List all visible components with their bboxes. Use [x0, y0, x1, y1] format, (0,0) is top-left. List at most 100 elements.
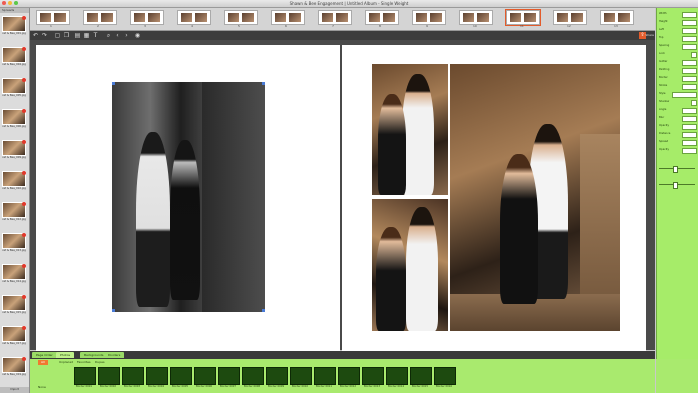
- property-input[interactable]: [682, 12, 697, 18]
- slider-knob[interactable]: [673, 166, 678, 173]
- prev-icon[interactable]: ‹: [114, 32, 121, 39]
- spread-thumbnail[interactable]: [365, 10, 399, 25]
- property-input[interactable]: [682, 132, 697, 138]
- copy-icon[interactable]: ❐: [63, 32, 70, 39]
- spread-thumbnail[interactable]: [36, 10, 70, 25]
- background-swatch[interactable]: [290, 367, 312, 385]
- photo-list-item[interactable]: cat & Bee_006.jpg: [2, 109, 26, 129]
- photo-list-item[interactable]: cat & Bee_013.jpg: [2, 233, 26, 253]
- background-swatch[interactable]: [98, 367, 120, 385]
- property-row: Height: [659, 19, 697, 26]
- background-swatch[interactable]: [242, 367, 264, 385]
- photo-list-item[interactable]: cat & Bee_001.jpg: [2, 16, 26, 36]
- property-input[interactable]: [682, 28, 697, 34]
- new-page-icon[interactable]: ▢: [54, 32, 61, 39]
- photo-list-item[interactable]: cat & Bee_014.jpg: [2, 264, 26, 284]
- preview-icon[interactable]: ◉: [134, 32, 141, 39]
- photo-list-item[interactable]: cat & Bee_012.jpg: [2, 202, 26, 222]
- background-swatch[interactable]: [314, 367, 336, 385]
- background-swatch[interactable]: [146, 367, 168, 385]
- property-input[interactable]: [682, 60, 697, 66]
- import-button[interactable]: Import: [0, 387, 29, 393]
- background-swatch[interactable]: [266, 367, 288, 385]
- bottom-left-couple-photo[interactable]: [372, 199, 448, 331]
- background-swatch[interactable]: [74, 367, 96, 385]
- panel-filter-tab[interactable]: Favorites: [74, 360, 94, 365]
- bottom-tab[interactable]: Page Order: [32, 352, 57, 358]
- none-option[interactable]: None: [38, 385, 46, 389]
- top-left-couple-photo[interactable]: [372, 64, 448, 195]
- photo-list-item[interactable]: cat & Bee_005.jpg: [2, 78, 26, 98]
- spread-number: 2: [97, 24, 99, 28]
- property-input[interactable]: [682, 68, 697, 74]
- photo-list-item[interactable]: cat & Bee_004.jpg: [2, 47, 26, 67]
- spread-number: 7: [332, 24, 334, 28]
- text-icon[interactable]: T: [92, 32, 99, 39]
- spread-thumbnail[interactable]: [83, 10, 117, 25]
- photo-filename: cat & Bee_013.jpg: [2, 249, 26, 252]
- photo-list-item[interactable]: cat & Bee_009.jpg: [2, 140, 26, 160]
- background-swatch[interactable]: [410, 367, 432, 385]
- spread-thumbnail[interactable]: [177, 10, 211, 25]
- large-couple-photo[interactable]: [450, 64, 620, 331]
- spread-thumb-photo: [369, 13, 380, 22]
- spread-thumbnail[interactable]: [600, 10, 634, 25]
- panel-filter-tab[interactable]: Dupes: [92, 360, 108, 365]
- photo-list-item[interactable]: cat & Bee_010.jpg: [2, 171, 26, 191]
- layout-icon[interactable]: ▤: [74, 32, 81, 39]
- photo-thumbnail: [2, 140, 26, 156]
- property-input[interactable]: [682, 108, 697, 114]
- property-input[interactable]: [682, 84, 697, 90]
- background-swatch[interactable]: [170, 367, 192, 385]
- undo-icon[interactable]: ↶: [32, 32, 39, 39]
- bottom-tab[interactable]: Photos: [56, 352, 75, 358]
- spread-thumbnail[interactable]: [553, 10, 587, 25]
- property-input[interactable]: [682, 140, 697, 146]
- background-swatch[interactable]: [386, 367, 408, 385]
- spread-thumbnail[interactable]: [224, 10, 258, 25]
- spread-thumbnail[interactable]: [505, 9, 541, 26]
- bw-couple-photo[interactable]: [112, 82, 265, 312]
- background-swatch[interactable]: [218, 367, 240, 385]
- spread-number: 10: [473, 24, 477, 28]
- spread-thumbnail[interactable]: [130, 10, 164, 25]
- background-swatch[interactable]: [122, 367, 144, 385]
- window-title: Shawn & Bee Engagement | Untitled Album …: [289, 1, 409, 6]
- right-page[interactable]: [342, 45, 646, 351]
- background-swatch-label: Border 0014: [387, 385, 405, 388]
- property-input[interactable]: [682, 148, 697, 154]
- property-select[interactable]: [672, 92, 697, 98]
- property-input[interactable]: [682, 124, 697, 130]
- grid-icon[interactable]: ▦: [83, 32, 90, 39]
- background-swatch[interactable]: [434, 367, 456, 385]
- bottom-tab[interactable]: Dividers: [104, 352, 125, 358]
- used-count-badge: [22, 264, 26, 268]
- photo-list-item[interactable]: cat & Bee_015.jpg: [2, 295, 26, 315]
- property-input[interactable]: [682, 36, 697, 42]
- property-slider[interactable]: [659, 182, 695, 189]
- property-checkbox[interactable]: [691, 52, 697, 58]
- slider-knob[interactable]: [673, 182, 678, 189]
- panel-filter-tab[interactable]: All: [38, 360, 48, 365]
- photo-list-item[interactable]: cat & Bee_017.jpg: [2, 326, 26, 346]
- spread-thumbnail[interactable]: [459, 10, 493, 25]
- spread-thumbnail[interactable]: [318, 10, 352, 25]
- next-icon[interactable]: ›: [123, 32, 130, 39]
- redo-icon[interactable]: ↷: [41, 32, 48, 39]
- property-input[interactable]: [682, 76, 697, 82]
- background-swatch[interactable]: [194, 367, 216, 385]
- left-page[interactable]: [36, 45, 340, 351]
- property-slider[interactable]: [659, 166, 695, 173]
- spread-thumbnail[interactable]: [271, 10, 305, 25]
- property-input[interactable]: [682, 44, 697, 50]
- zoom-icon[interactable]: ⌕: [105, 32, 112, 39]
- property-checkbox[interactable]: [691, 100, 697, 106]
- background-swatch[interactable]: [362, 367, 384, 385]
- photo-list-item[interactable]: cat & Bee_019.jpg: [2, 357, 26, 377]
- property-input[interactable]: [682, 116, 697, 122]
- property-input[interactable]: [682, 20, 697, 26]
- background-swatch[interactable]: [338, 367, 360, 385]
- used-count-badge: [22, 16, 26, 20]
- share-label[interactable]: Share: [645, 33, 654, 37]
- spread-thumbnail[interactable]: [412, 10, 446, 25]
